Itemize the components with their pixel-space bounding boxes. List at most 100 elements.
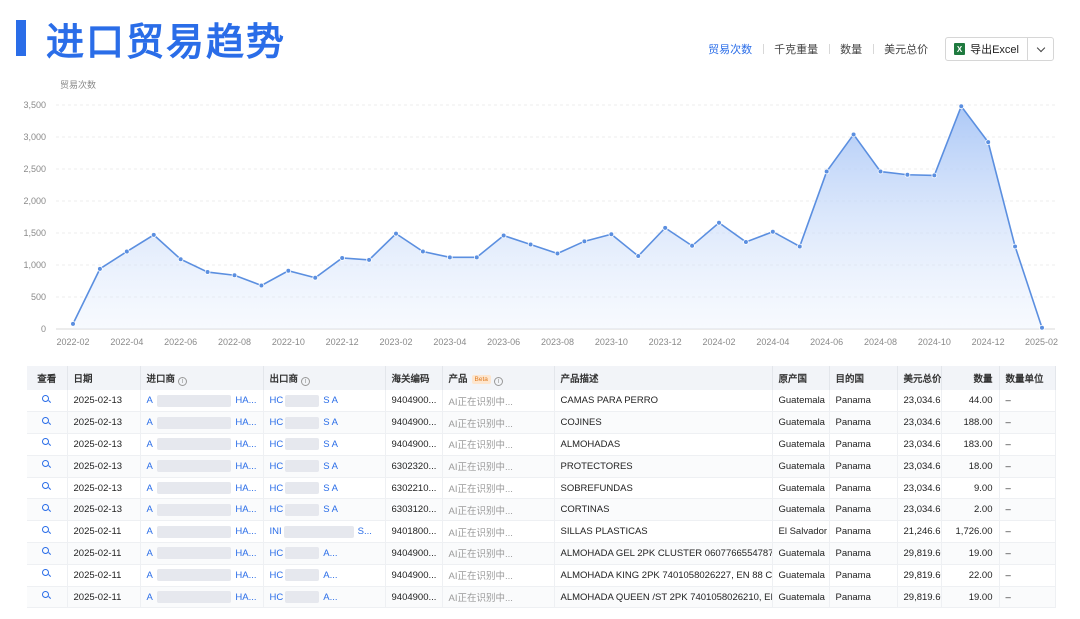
table-row[interactable]: 2025-02-11 A HA... INI S... 9401800... AI正在识别中…: [27, 520, 1056, 544]
data-point[interactable]: [716, 219, 722, 226]
search-icon[interactable]: [42, 547, 51, 556]
view-cell[interactable]: [27, 498, 68, 522]
view-cell[interactable]: [27, 411, 68, 435]
table-row[interactable]: 2025-02-11 A HA... HC A... 9404900... AI正在识别中.…: [27, 564, 1056, 587]
info-icon[interactable]: i: [301, 376, 311, 386]
exporter-cell[interactable]: HC A...: [263, 542, 386, 565]
importer-cell[interactable]: A HA...: [140, 586, 264, 609]
importer-cell[interactable]: A HA...: [140, 564, 264, 587]
data-point[interactable]: [70, 321, 76, 327]
search-icon[interactable]: [42, 591, 51, 600]
data-point[interactable]: [554, 250, 561, 257]
metric-tab-1[interactable]: 千克重量: [763, 41, 829, 57]
data-point[interactable]: [743, 239, 749, 245]
data-point[interactable]: [850, 131, 857, 138]
data-point[interactable]: [393, 230, 399, 237]
data-point[interactable]: [689, 243, 695, 249]
importer-cell[interactable]: A HA...: [140, 477, 264, 500]
search-icon[interactable]: [42, 460, 51, 469]
search-icon[interactable]: [42, 394, 51, 404]
data-point[interactable]: [473, 254, 480, 261]
importer-cell[interactable]: A HA...: [140, 390, 264, 413]
exporter-cell[interactable]: HC S A: [263, 498, 386, 522]
column-header-5[interactable]: 产品 Beta i: [442, 366, 555, 390]
exporter-cell[interactable]: HC S A: [263, 433, 386, 456]
search-icon[interactable]: [42, 438, 51, 447]
metric-tab-0[interactable]: 贸易次数: [697, 41, 763, 57]
data-point[interactable]: [1039, 324, 1045, 331]
search-icon[interactable]: [42, 569, 51, 578]
importer-cell[interactable]: A HA...: [140, 542, 264, 565]
importer-cell[interactable]: A HA...: [140, 411, 264, 435]
table-row[interactable]: 2025-02-13 A HA... HC S A 9404900... AI正在识别中..…: [27, 411, 1056, 435]
table-row[interactable]: 2025-02-13 A HA... HC S A 9404900... AI正在识别中..…: [27, 390, 1056, 413]
export-dropdown-toggle[interactable]: [1027, 38, 1053, 60]
column-header-8[interactable]: 目的国: [829, 366, 898, 390]
data-point[interactable]: [420, 248, 426, 255]
importer-cell[interactable]: A HA...: [140, 498, 264, 522]
importer-cell[interactable]: A HA...: [140, 520, 264, 544]
search-icon[interactable]: [42, 525, 51, 535]
data-point[interactable]: [635, 253, 642, 259]
data-point[interactable]: [877, 168, 884, 175]
data-point[interactable]: [97, 266, 103, 272]
data-point[interactable]: [662, 225, 668, 231]
column-header-10[interactable]: 数量: [941, 366, 1000, 390]
importer-cell[interactable]: A HA...: [140, 455, 264, 478]
column-header-0[interactable]: 查看: [27, 366, 68, 390]
data-point[interactable]: [985, 139, 991, 145]
exporter-cell[interactable]: HC A...: [263, 586, 386, 609]
data-point[interactable]: [258, 282, 265, 289]
view-cell[interactable]: [27, 520, 68, 544]
data-point[interactable]: [150, 232, 157, 238]
data-point[interactable]: [231, 272, 238, 279]
data-point[interactable]: [608, 231, 615, 238]
data-point[interactable]: [285, 267, 292, 274]
table-row[interactable]: 2025-02-13 A HA... HC S A 6302320... AI正在识别中..…: [27, 455, 1056, 478]
exporter-cell[interactable]: HC S A: [263, 455, 386, 478]
data-point[interactable]: [124, 248, 130, 255]
column-header-11[interactable]: 数量单位: [999, 366, 1056, 390]
column-header-3[interactable]: 出口商 i: [263, 366, 386, 390]
data-point[interactable]: [447, 254, 453, 261]
column-header-2[interactable]: 进口商 i: [140, 366, 264, 390]
view-cell[interactable]: [27, 455, 68, 478]
view-cell[interactable]: [27, 542, 68, 565]
data-point[interactable]: [177, 256, 184, 263]
data-point[interactable]: [312, 274, 319, 281]
info-icon[interactable]: i: [493, 376, 503, 386]
exporter-cell[interactable]: HC S A: [263, 477, 386, 500]
table-row[interactable]: 2025-02-11 A HA... HC A... 9404900... AI正在识别中.…: [27, 586, 1056, 609]
data-point[interactable]: [339, 255, 345, 261]
table-row[interactable]: 2025-02-13 A HA... HC S A 6302210... AI正在识别中..…: [27, 477, 1056, 500]
exporter-cell[interactable]: HC S A: [263, 390, 386, 413]
export-excel-button[interactable]: X 导出Excel: [946, 38, 1027, 60]
view-cell[interactable]: [27, 477, 68, 500]
data-point[interactable]: [527, 241, 534, 248]
table-row[interactable]: 2025-02-13 A HA... HC S A 6303120... AI正在识别中..…: [27, 498, 1056, 522]
metric-tab-2[interactable]: 数量: [829, 41, 873, 57]
view-cell[interactable]: [27, 433, 68, 456]
table-row[interactable]: 2025-02-11 A HA... HC A... 9404900... AI正在识别中.…: [27, 542, 1056, 565]
exporter-cell[interactable]: HC A...: [263, 564, 386, 587]
data-point[interactable]: [931, 172, 938, 179]
column-header-7[interactable]: 原产国: [772, 366, 830, 390]
data-point[interactable]: [366, 257, 372, 263]
data-point[interactable]: [904, 171, 911, 178]
data-point[interactable]: [796, 243, 803, 250]
search-icon[interactable]: [42, 416, 51, 426]
info-icon[interactable]: i: [178, 376, 188, 386]
data-point[interactable]: [823, 168, 830, 175]
data-point[interactable]: [958, 103, 965, 110]
exporter-cell[interactable]: INI S...: [263, 520, 386, 544]
exporter-cell[interactable]: HC S A: [263, 411, 386, 435]
data-point[interactable]: [1012, 243, 1018, 250]
view-cell[interactable]: [27, 390, 68, 413]
column-header-1[interactable]: 日期: [67, 366, 141, 390]
data-point[interactable]: [500, 232, 507, 239]
view-cell[interactable]: [27, 564, 68, 587]
view-cell[interactable]: [27, 586, 68, 609]
metric-tab-3[interactable]: 美元总价: [873, 41, 939, 57]
data-point[interactable]: [581, 238, 588, 245]
table-row[interactable]: 2025-02-13 A HA... HC S A 9404900... AI正在识别中..…: [27, 433, 1056, 456]
